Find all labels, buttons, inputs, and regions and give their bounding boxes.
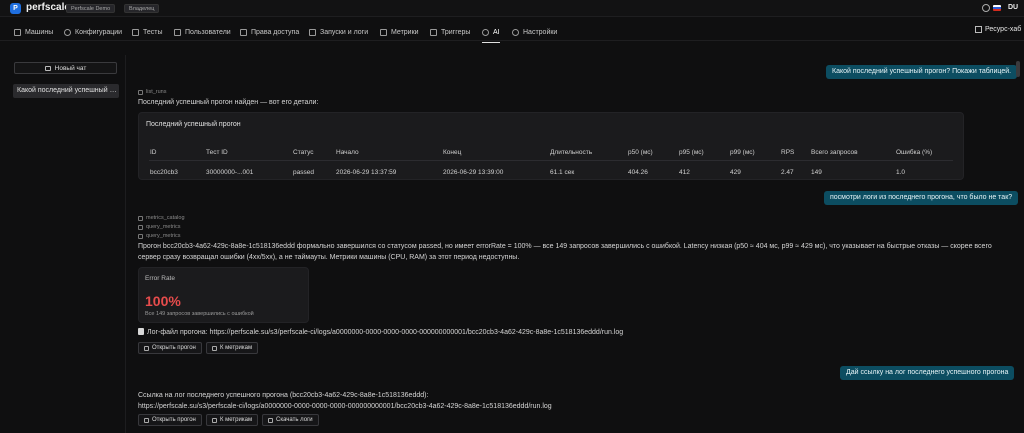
- globe-icon[interactable]: [982, 4, 990, 12]
- assistant-text-line: сервер сразу возвращал ошибки (4xx/5xx),…: [138, 254, 520, 261]
- main-nav: Машины Конфигурации Тесты Пользователи П…: [0, 21, 1024, 43]
- play-icon: [132, 28, 139, 36]
- nav-item-settings[interactable]: Настройки: [512, 25, 557, 39]
- folder-icon: [309, 28, 316, 36]
- wrench-icon: [138, 233, 143, 239]
- gear-icon: [64, 28, 71, 36]
- log-file-line: Лог-файл прогона: https://perfscale.su/s…: [138, 327, 623, 338]
- table-header: ID: [150, 149, 157, 156]
- assistant-text-line: Прогон bcc20cb3-4a62-429c-8a8e-1c518136e…: [138, 243, 992, 250]
- wrench-icon: [138, 89, 143, 95]
- assistant-message: Последний успешный прогон найден — вот е…: [138, 99, 319, 106]
- chart-icon: [212, 345, 217, 351]
- external-link-icon: [144, 345, 149, 351]
- metric-label: Error Rate: [145, 275, 175, 282]
- box-icon: [975, 26, 982, 33]
- server-icon: [14, 28, 21, 36]
- users-icon: [174, 28, 181, 36]
- nav-item-configs[interactable]: Конфигурации: [64, 25, 122, 39]
- role-badge: Владелец: [124, 4, 160, 13]
- table-cell: 61.1 сек: [550, 169, 575, 176]
- tool-call: query_metrics: [138, 233, 181, 239]
- download-icon: [268, 417, 273, 423]
- assistant-message: Ссылка на лог последнего успешного прого…: [138, 390, 552, 412]
- user-message: Какой последний успешный прогон? Покажи …: [826, 65, 1018, 79]
- nav-item-permissions[interactable]: Права доступа: [240, 25, 299, 39]
- row-divider: [149, 160, 953, 161]
- external-link-icon: [144, 417, 149, 423]
- table-header: Длительность: [550, 149, 593, 156]
- nav-item-machines[interactable]: Машины: [14, 25, 53, 39]
- table-header: Конец: [443, 149, 462, 156]
- open-run-button[interactable]: Открыть прогон: [138, 342, 202, 354]
- app-logo-icon[interactable]: P: [10, 3, 21, 14]
- new-chat-button[interactable]: Новый чат: [14, 62, 117, 74]
- log-link[interactable]: https://perfscale.su/s3/perfscale-ci/log…: [138, 401, 552, 412]
- assistant-message: Прогон bcc20cb3-4a62-429c-8a8e-1c518136e…: [138, 241, 992, 263]
- table-header: p50 (мс): [628, 149, 653, 156]
- file-icon: [138, 328, 144, 335]
- table-cell: 30000000-...001: [206, 169, 254, 176]
- table-cell: 2026-06-29 13:39:00: [443, 169, 504, 176]
- nav-item-runs-logs[interactable]: Запуски и логи: [309, 25, 368, 39]
- runs-table-card: Последний успешный прогон ID Тест ID Ста…: [138, 112, 964, 180]
- chat-scrollbar[interactable]: [1016, 61, 1020, 77]
- trigger-icon: [430, 28, 437, 36]
- resource-hub-link[interactable]: Ресурс-хаб: [975, 26, 1021, 33]
- brand-name[interactable]: perfscale: [26, 2, 70, 13]
- table-cell: 1.0: [896, 169, 906, 176]
- chat-icon: [44, 65, 51, 71]
- chat-thread: Какой последний успешный прогон? Покажи …: [130, 55, 1024, 433]
- user-message: посмотри логи из последнего прогона, что…: [824, 191, 1019, 205]
- chart-icon: [212, 417, 217, 423]
- user-avatar[interactable]: DU: [1006, 2, 1020, 14]
- nav-item-metrics[interactable]: Метрики: [380, 25, 419, 39]
- metric-value: 100%: [145, 293, 181, 309]
- language-flag-icon[interactable]: [993, 5, 1001, 11]
- table-header: Ошибка (%): [896, 149, 933, 156]
- workspace-chip[interactable]: Perfscale Demo: [66, 4, 116, 13]
- assistant-text-line: Ссылка на лог последнего успешного прого…: [138, 392, 429, 399]
- table-header: RPS: [781, 149, 795, 156]
- chart-icon: [380, 28, 387, 36]
- wrench-icon: [138, 224, 143, 230]
- nav-item-triggers[interactable]: Триггеры: [430, 25, 470, 39]
- table-title: Последний успешный прогон: [146, 121, 241, 128]
- settings-icon: [512, 28, 519, 36]
- tool-call: list_runs: [138, 89, 166, 95]
- table-cell: 149: [811, 169, 822, 176]
- download-logs-button[interactable]: Скачать логи: [262, 414, 319, 426]
- tool-call: query_metrics: [138, 224, 181, 230]
- table-cell: passed: [293, 169, 314, 176]
- table-cell: 2.47: [781, 169, 794, 176]
- nav-item-users[interactable]: Пользователи: [174, 25, 231, 39]
- metrics-button[interactable]: К метрикам: [206, 342, 259, 354]
- log-link[interactable]: Лог-файл прогона: https://perfscale.su/s…: [147, 329, 623, 336]
- table-cell: 412: [679, 169, 690, 176]
- tool-call: metrics_catalog: [138, 215, 185, 221]
- user-message: Дай ссылку на лог последнего успешного п…: [840, 366, 1015, 380]
- table-cell: 404.26: [628, 169, 648, 176]
- table-header: p99 (мс): [730, 149, 755, 156]
- table-header: Всего запросов: [811, 149, 858, 156]
- table-header: Начало: [336, 149, 359, 156]
- chat-sidebar: Новый чат Какой последний успешный прого…: [0, 55, 126, 433]
- metrics-button[interactable]: К метрикам: [206, 414, 259, 426]
- metric-subtitle: Все 149 запросов завершились с ошибкой: [145, 311, 254, 317]
- table-header: p95 (мс): [679, 149, 704, 156]
- table-cell: 2026-06-29 13:37:59: [336, 169, 397, 176]
- lock-icon: [240, 28, 247, 36]
- nav-item-ai[interactable]: AI: [482, 25, 500, 43]
- error-rate-card: Error Rate 100% Все 149 запросов заверши…: [138, 267, 309, 323]
- table-cell: bcc20cb3: [150, 169, 178, 176]
- table-header: Тест ID: [206, 149, 228, 156]
- table-cell: 429: [730, 169, 741, 176]
- top-bar: P perfscale Perfscale Demo Владелец DU: [0, 0, 1024, 17]
- chat-list-item[interactable]: Какой последний успешный прогон? Покажи …: [13, 84, 119, 98]
- nav-item-tests[interactable]: Тесты: [132, 25, 163, 39]
- open-run-button[interactable]: Открыть прогон: [138, 414, 202, 426]
- sparkle-icon: [482, 28, 489, 36]
- table-header: Статус: [293, 149, 314, 156]
- wrench-icon: [138, 215, 143, 221]
